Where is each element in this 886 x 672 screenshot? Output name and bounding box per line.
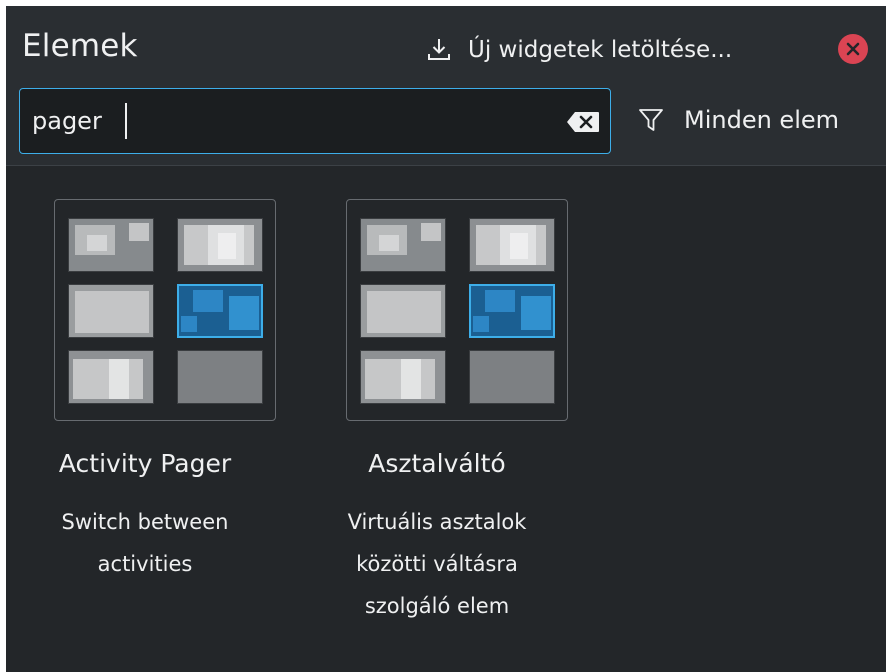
widget-explorer-panel: Elemek Új widgetek letöltése... pager Mi… (6, 6, 886, 672)
get-new-widgets-label: Új widgetek letöltése... (468, 37, 733, 63)
panel-title: Elemek (22, 28, 138, 64)
widget-name: Asztalváltó (368, 449, 506, 478)
search-field[interactable] (19, 88, 611, 154)
header: Elemek Új widgetek letöltése... pager Mi… (6, 6, 886, 166)
pager-icon (346, 199, 568, 421)
pager-icon (54, 199, 276, 421)
get-new-widgets-button[interactable]: Új widgetek letöltése... (426, 30, 732, 70)
clear-text-icon[interactable] (566, 111, 600, 133)
filter-label: Minden elem (684, 106, 840, 134)
download-icon (428, 39, 450, 60)
header-divider (6, 165, 886, 166)
filter-button[interactable]: Minden elem (638, 100, 839, 140)
search-input[interactable] (32, 89, 552, 152)
text-caret (125, 103, 127, 139)
close-button[interactable] (838, 34, 868, 64)
widget-description: Switch between activities (61, 510, 229, 576)
filter-icon (639, 109, 663, 131)
widget-description: Virtuális asztalok közötti váltásra szol… (347, 510, 527, 618)
close-icon (846, 42, 860, 56)
widget-name: Activity Pager (58, 449, 232, 478)
